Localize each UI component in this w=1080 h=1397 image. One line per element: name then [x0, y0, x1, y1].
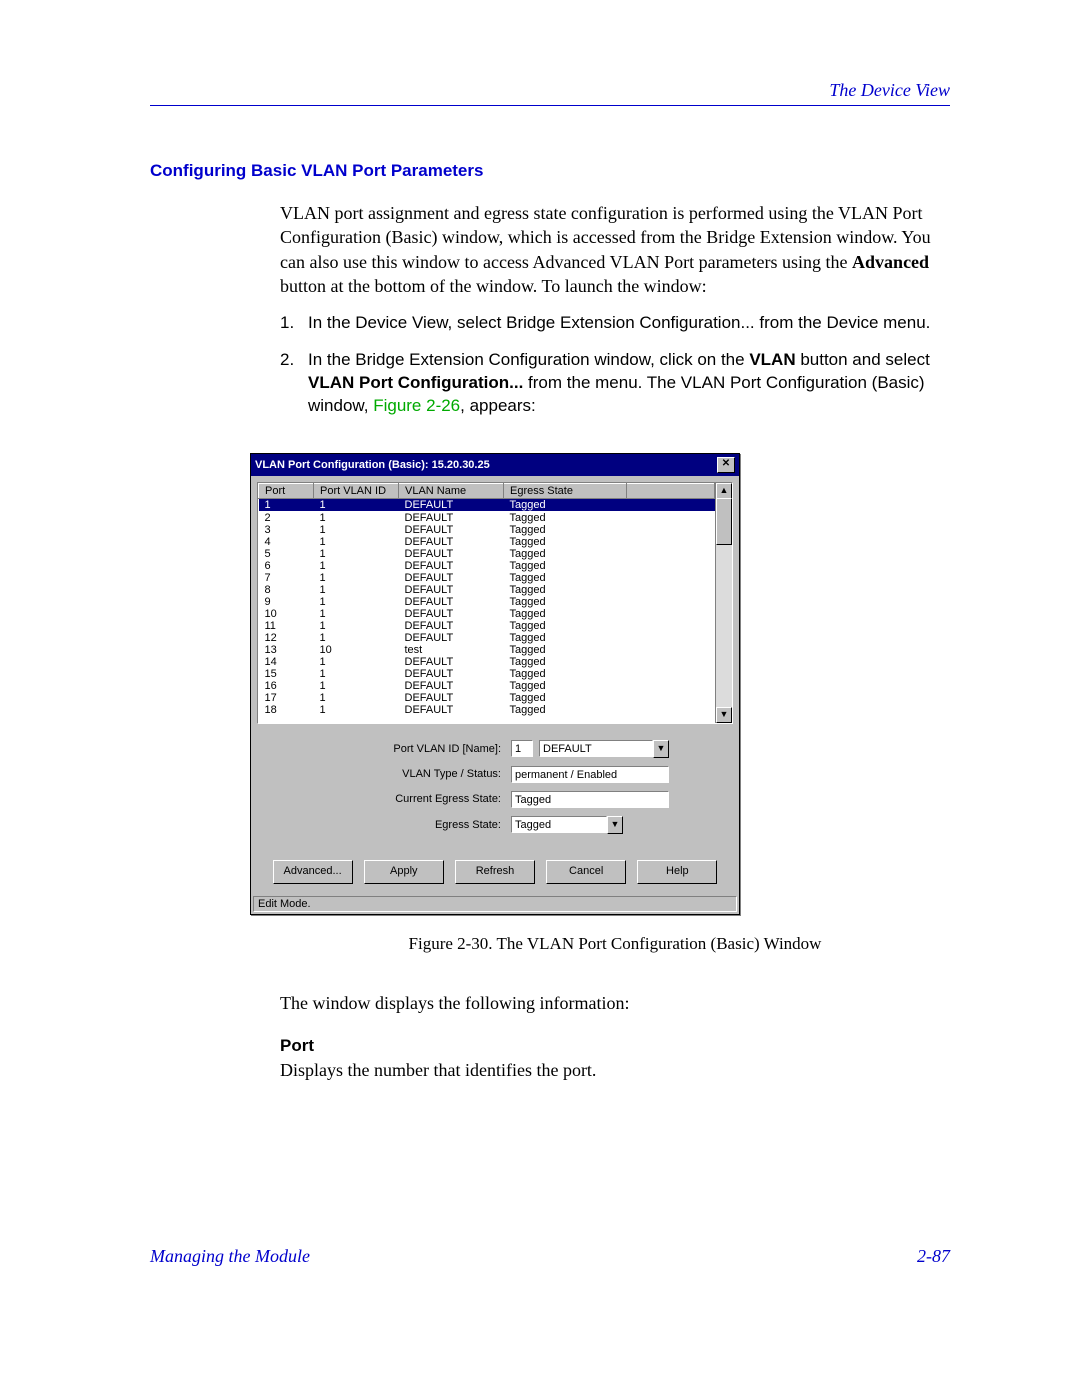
table-row[interactable]: 11DEFAULTTagged	[259, 498, 715, 511]
table-row[interactable]: 51DEFAULTTagged	[259, 548, 715, 560]
col-vlan-name[interactable]: VLAN Name	[399, 483, 504, 498]
apply-button[interactable]: Apply	[364, 860, 444, 884]
table-row[interactable]: 61DEFAULTTagged	[259, 560, 715, 572]
step-item: 1.In the Device View, select Bridge Exte…	[280, 312, 950, 335]
cancel-button[interactable]: Cancel	[546, 860, 626, 884]
table-row[interactable]: 161DEFAULTTagged	[259, 680, 715, 692]
table-row[interactable]: 101DEFAULTTagged	[259, 608, 715, 620]
port-vlan-id-label: Port VLAN ID [Name]:	[296, 743, 505, 755]
header-section: The Device View	[150, 80, 950, 101]
table-row[interactable]: 171DEFAULTTagged	[259, 692, 715, 704]
table-row[interactable]: 151DEFAULTTagged	[259, 668, 715, 680]
egress-state-dropdown[interactable]: Tagged ▼	[511, 816, 623, 834]
table-row[interactable]: 1310testTagged	[259, 644, 715, 656]
col-spacer	[627, 483, 715, 498]
figure-link[interactable]: Figure 2-26	[373, 396, 460, 415]
port-table[interactable]: Port Port VLAN ID VLAN Name Egress State…	[258, 483, 715, 716]
current-egress-state-label: Current Egress State:	[296, 793, 505, 805]
col-port[interactable]: Port	[259, 483, 314, 498]
port-vlan-name-value: DEFAULT	[539, 740, 653, 757]
chevron-down-icon[interactable]: ▼	[607, 816, 623, 834]
scroll-down-icon[interactable]: ▼	[716, 707, 732, 723]
table-row[interactable]: 141DEFAULTTagged	[259, 656, 715, 668]
egress-state-value: Tagged	[511, 816, 607, 833]
table-row[interactable]: 41DEFAULTTagged	[259, 536, 715, 548]
page-number: 2-87	[917, 1246, 950, 1267]
col-vlan-id[interactable]: Port VLAN ID	[314, 483, 399, 498]
footer-left: Managing the Module	[150, 1246, 310, 1267]
scroll-thumb[interactable]	[716, 498, 732, 545]
table-row[interactable]: 91DEFAULTTagged	[259, 596, 715, 608]
vlan-type-status-label: VLAN Type / Status:	[296, 768, 505, 780]
section-heading: Configuring Basic VLAN Port Parameters	[150, 161, 950, 181]
status-bar: Edit Mode.	[253, 896, 737, 912]
window-title: VLAN Port Configuration (Basic): 15.20.3…	[255, 459, 490, 471]
vertical-scrollbar[interactable]: ▲ ▼	[715, 483, 732, 723]
help-button[interactable]: Help	[637, 860, 717, 884]
current-egress-state-field: Tagged	[511, 791, 669, 808]
chevron-down-icon[interactable]: ▼	[653, 740, 669, 758]
close-icon[interactable]: ✕	[717, 457, 735, 473]
refresh-button[interactable]: Refresh	[455, 860, 535, 884]
table-row[interactable]: 181DEFAULTTagged	[259, 704, 715, 716]
advanced-button[interactable]: Advanced...	[273, 860, 353, 884]
port-table-container: Port Port VLAN ID VLAN Name Egress State…	[257, 482, 733, 724]
table-row[interactable]: 81DEFAULTTagged	[259, 584, 715, 596]
table-row[interactable]: 21DEFAULTTagged	[259, 511, 715, 524]
titlebar[interactable]: VLAN Port Configuration (Basic): 15.20.3…	[251, 454, 739, 476]
port-description: Displays the number that identifies the …	[280, 1058, 950, 1082]
col-egress-state[interactable]: Egress State	[504, 483, 627, 498]
table-row[interactable]: 111DEFAULTTagged	[259, 620, 715, 632]
port-vlan-name-dropdown[interactable]: DEFAULT ▼	[539, 740, 669, 758]
intro-paragraph: VLAN port assignment and egress state co…	[280, 201, 950, 298]
scroll-up-icon[interactable]: ▲	[716, 483, 732, 499]
port-subheading: Port	[280, 1035, 950, 1058]
vlan-port-config-dialog: VLAN Port Configuration (Basic): 15.20.3…	[250, 453, 740, 915]
after-figure-text: The window displays the following inform…	[280, 991, 950, 1015]
table-row[interactable]: 71DEFAULTTagged	[259, 572, 715, 584]
vlan-type-status-field: permanent / Enabled	[511, 766, 669, 783]
header-rule	[150, 105, 950, 106]
table-row[interactable]: 121DEFAULTTagged	[259, 632, 715, 644]
step-item: 2.In the Bridge Extension Configuration …	[280, 349, 950, 418]
advanced-bold: Advanced	[852, 252, 929, 272]
figure-caption: Figure 2-30. The VLAN Port Configuration…	[280, 933, 950, 956]
port-vlan-id-input[interactable]: 1	[511, 740, 533, 757]
egress-state-label: Egress State:	[296, 819, 505, 831]
table-row[interactable]: 31DEFAULTTagged	[259, 524, 715, 536]
